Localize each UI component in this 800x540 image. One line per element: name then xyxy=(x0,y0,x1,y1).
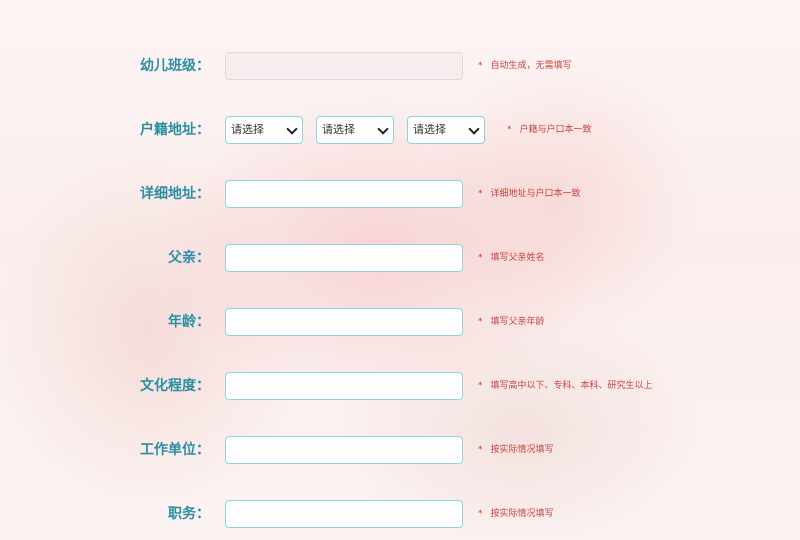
age-hint-text: 填写父亲年龄 xyxy=(490,317,545,327)
household-address-label: 户籍地址： xyxy=(140,122,210,138)
form-row-class: 幼儿班级： * 自动生成，无需填写 xyxy=(0,46,800,86)
required-star: * xyxy=(478,189,483,199)
class-label: 幼儿班级： xyxy=(140,58,210,74)
detailed-address-hint-text: 详细地址与户口本一致 xyxy=(490,189,581,199)
detailed-address-hint: * 详细地址与户口本一致 xyxy=(478,174,581,214)
district-select-value: 请选择 xyxy=(413,123,446,136)
employer-label: 工作单位： xyxy=(140,442,210,458)
required-star: * xyxy=(478,381,483,391)
father-hint-text: 填写父亲姓名 xyxy=(490,253,545,263)
employer-hint-text: 按实际情况填写 xyxy=(490,445,554,455)
father-name-input[interactable] xyxy=(225,244,463,272)
form-row-age: 年龄： * 填写父亲年龄 xyxy=(0,302,800,342)
position-hint: * 按实际情况填写 xyxy=(478,494,554,534)
form-row-detailed-address: 详细地址： * 详细地址与户口本一致 xyxy=(0,174,800,214)
age-hint: * 填写父亲年龄 xyxy=(478,302,545,342)
education-hint: * 填写高中以下、专科、本科、研究生以上 xyxy=(478,366,653,406)
household-address-hint-text: 户籍与户口本一致 xyxy=(519,125,592,135)
age-input[interactable] xyxy=(225,308,463,336)
class-hint-text: 自动生成，无需填写 xyxy=(490,61,572,71)
chevron-down-icon xyxy=(468,123,480,135)
detailed-address-input[interactable] xyxy=(225,180,463,208)
form-row-household-address: 户籍地址： 请选择 请选择 请选择 * 户籍与户口本一致 xyxy=(0,110,800,150)
position-label: 职务： xyxy=(168,506,210,522)
city-select[interactable]: 请选择 xyxy=(316,116,394,144)
employer-input[interactable] xyxy=(225,436,463,464)
required-star: * xyxy=(478,509,483,519)
province-select[interactable]: 请选择 xyxy=(225,116,303,144)
household-address-hint: * 户籍与户口本一致 xyxy=(507,110,592,150)
form-row-education: 文化程度： * 填写高中以下、专科、本科、研究生以上 xyxy=(0,366,800,406)
employer-hint: * 按实际情况填写 xyxy=(478,430,554,470)
form-row-employer: 工作单位： * 按实际情况填写 xyxy=(0,430,800,470)
required-star: * xyxy=(478,317,483,327)
father-label: 父亲： xyxy=(168,250,210,266)
class-input xyxy=(225,52,463,80)
district-select[interactable]: 请选择 xyxy=(407,116,485,144)
position-hint-text: 按实际情况填写 xyxy=(490,509,554,519)
detailed-address-label: 详细地址： xyxy=(140,186,210,202)
required-star: * xyxy=(478,445,483,455)
required-star: * xyxy=(478,61,483,71)
province-select-value: 请选择 xyxy=(231,123,264,136)
age-label: 年龄： xyxy=(168,314,210,330)
education-label: 文化程度： xyxy=(140,378,210,394)
education-input[interactable] xyxy=(225,372,463,400)
form-row-position: 职务： * 按实际情况填写 xyxy=(0,494,800,534)
required-star: * xyxy=(478,253,483,263)
class-hint: * 自动生成，无需填写 xyxy=(478,46,572,86)
father-hint: * 填写父亲姓名 xyxy=(478,238,545,278)
city-select-value: 请选择 xyxy=(322,123,355,136)
position-input[interactable] xyxy=(225,500,463,528)
required-star: * xyxy=(507,125,512,135)
education-hint-text: 填写高中以下、专科、本科、研究生以上 xyxy=(490,381,653,391)
chevron-down-icon xyxy=(286,123,298,135)
form-row-father: 父亲： * 填写父亲姓名 xyxy=(0,238,800,278)
chevron-down-icon xyxy=(377,123,389,135)
